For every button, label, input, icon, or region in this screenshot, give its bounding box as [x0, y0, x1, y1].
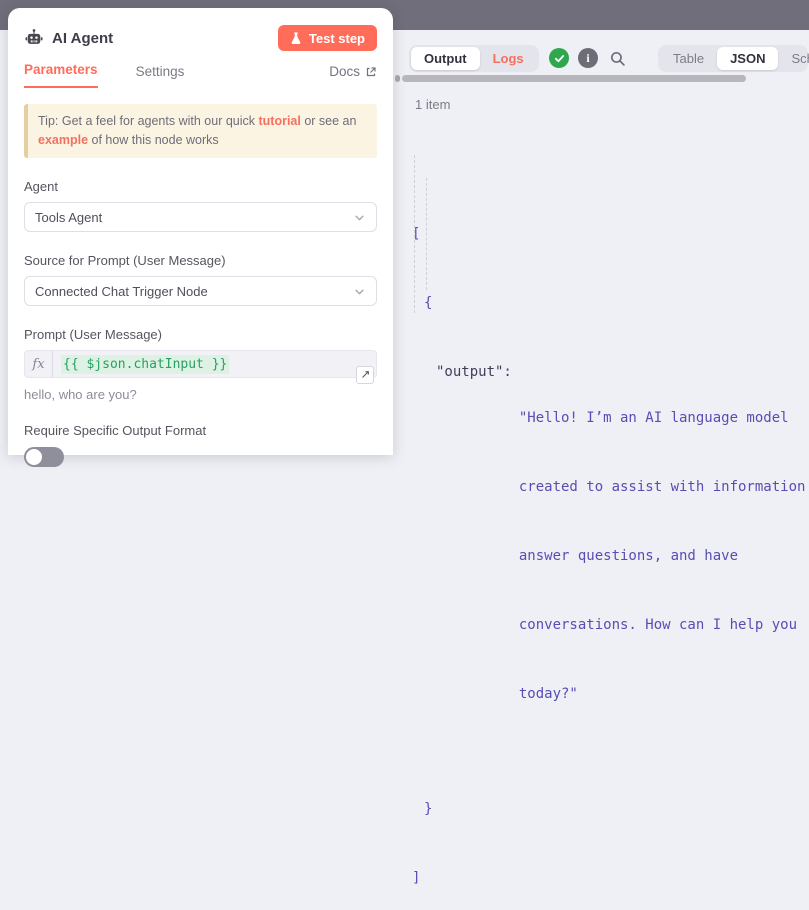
docs-link[interactable]: Docs [329, 64, 377, 88]
prompt-source-label: Source for Prompt (User Message) [24, 253, 377, 268]
prompt-hint: hello, who are you? [24, 387, 377, 402]
tab-json[interactable]: JSON [717, 47, 778, 70]
prompt-label: Prompt (User Message) [24, 327, 377, 342]
agent-label: Agent [24, 179, 377, 194]
node-settings-panel: AI Agent Test step Parameters Settings D… [8, 8, 393, 455]
json-value: "Hello! I’m an AI language model created… [519, 361, 806, 752]
flask-icon [290, 32, 302, 45]
info-icon[interactable]: i [578, 48, 598, 68]
output-format-toggle[interactable] [24, 447, 64, 467]
chevron-down-icon [353, 211, 366, 224]
json-open-bracket: [ [412, 223, 805, 246]
output-format-label: Require Specific Output Format [24, 423, 377, 438]
panel-resize-handle[interactable] [395, 75, 400, 82]
tutorial-link[interactable]: tutorial [258, 114, 300, 128]
run-status-icons: i [549, 48, 627, 68]
json-close-brace: } [412, 798, 805, 821]
fx-badge: fx [25, 351, 53, 377]
prompt-source-select[interactable]: Connected Chat Trigger Node [24, 276, 377, 306]
example-link[interactable]: example [38, 133, 88, 147]
tab-logs[interactable]: Logs [480, 47, 537, 70]
prompt-expression-input[interactable]: fx {{ $json.chatInput }} [24, 350, 377, 378]
tip-callout: Tip: Get a feel for agents with our quic… [24, 104, 377, 158]
chevron-down-icon [353, 285, 366, 298]
format-switch: Table JSON Schema [658, 45, 808, 72]
tab-table[interactable]: Table [660, 47, 717, 70]
json-open-brace: { [412, 292, 805, 315]
tab-output[interactable]: Output [411, 47, 480, 70]
page-title: AI Agent [52, 30, 113, 47]
tab-bar: Parameters Settings Docs [24, 62, 377, 88]
tab-parameters[interactable]: Parameters [24, 62, 98, 88]
json-output-view: [ { "output": "Hello! I’m an AI language… [412, 131, 805, 910]
output-logs-switch: Output Logs [409, 45, 539, 72]
search-icon[interactable] [607, 48, 627, 68]
json-close-bracket: ] [412, 867, 805, 890]
robot-icon [24, 28, 44, 48]
test-step-button[interactable]: Test step [278, 25, 377, 51]
tab-settings[interactable]: Settings [136, 64, 185, 88]
tab-schema[interactable]: Schema [778, 47, 809, 70]
json-key: "output": [412, 361, 512, 752]
panel-header: AI Agent Test step [24, 24, 377, 52]
json-output-entry: "output": "Hello! I’m an AI language mod… [412, 361, 805, 752]
toggle-knob [26, 449, 42, 465]
agent-select[interactable]: Tools Agent [24, 202, 377, 232]
external-link-icon [365, 66, 377, 78]
expression-expand-icon[interactable] [356, 366, 374, 384]
check-circle-icon [549, 48, 569, 68]
items-count: 1 item [415, 97, 450, 112]
expression-value[interactable]: {{ $json.chatInput }} [61, 355, 229, 374]
horizontal-scrollbar[interactable] [402, 75, 746, 82]
